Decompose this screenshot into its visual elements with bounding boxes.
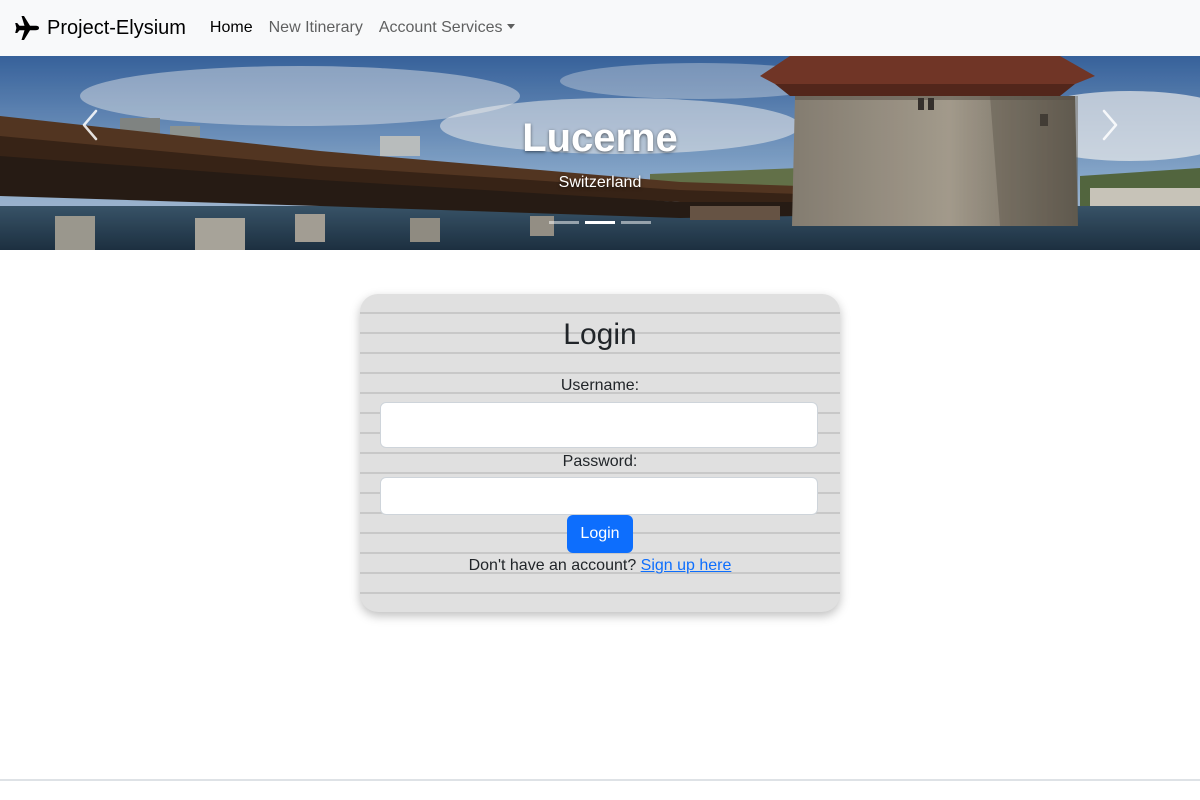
carousel-indicator-1[interactable] <box>549 221 579 224</box>
hero-carousel: Lucerne Switzerland <box>0 56 1200 250</box>
airplane-icon <box>15 16 39 40</box>
footer-divider <box>0 779 1200 781</box>
login-card: Login Username: Password: Login Don't ha… <box>360 294 840 612</box>
signup-link[interactable]: Sign up here <box>641 557 732 574</box>
caret-down-icon <box>507 24 516 29</box>
carousel-prev-button[interactable] <box>79 108 101 142</box>
login-title: Login <box>563 318 637 351</box>
chevron-right-icon <box>1102 109 1118 141</box>
carousel-subtitle: Switzerland <box>558 174 642 191</box>
nav-home[interactable]: Home <box>210 19 253 37</box>
nav-account-services-dropdown[interactable]: Account Services <box>379 19 516 37</box>
signup-row: Don't have an account? Sign up here <box>360 557 840 575</box>
carousel-indicator-3[interactable] <box>621 221 651 224</box>
signup-prompt: Don't have an account? <box>468 557 641 574</box>
nav-account-services-label: Account Services <box>378 19 503 36</box>
main-nav: Home New Itinerary Account Services <box>210 19 532 37</box>
nav-new-itinerary[interactable]: New Itinerary <box>269 19 363 37</box>
password-label: Password: <box>562 453 638 470</box>
carousel-title: Lucerne <box>522 116 678 160</box>
brand-name: Project-Elysium <box>47 16 186 39</box>
brand-link[interactable]: Project-Elysium <box>13 14 186 42</box>
carousel-indicators <box>549 221 657 224</box>
navbar: Project-Elysium Home New Itinerary Accou… <box>0 0 1200 56</box>
chevron-left-icon <box>82 109 98 141</box>
username-label: Username: <box>560 377 640 394</box>
carousel-next-button[interactable] <box>1099 108 1121 142</box>
carousel-indicator-2[interactable] <box>585 221 615 224</box>
password-input[interactable] <box>380 477 818 515</box>
username-input[interactable] <box>380 402 818 448</box>
login-button[interactable]: Login <box>567 515 633 553</box>
